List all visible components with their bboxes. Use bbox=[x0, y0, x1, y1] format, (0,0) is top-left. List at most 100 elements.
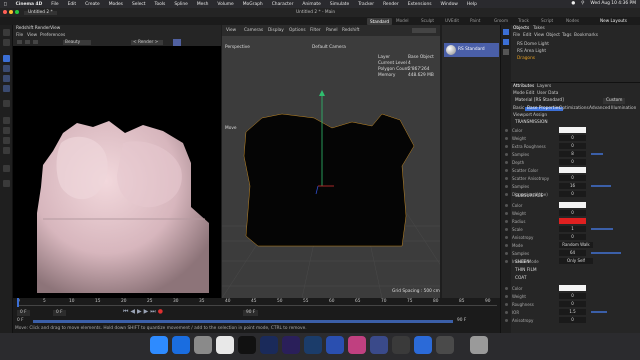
row-slider[interactable] bbox=[591, 185, 611, 187]
redshift-icon[interactable] bbox=[326, 336, 344, 354]
step-back-icon[interactable]: ◀ bbox=[130, 309, 135, 316]
range-end[interactable]: 90 F bbox=[457, 318, 466, 323]
end-frame-field[interactable]: 90 F bbox=[243, 310, 259, 317]
attr-menu-mode[interactable]: Mode bbox=[513, 91, 525, 96]
wifi-icon[interactable]: ● bbox=[571, 1, 575, 6]
row-slider[interactable] bbox=[591, 228, 613, 230]
scale-tool-icon[interactable] bbox=[3, 75, 10, 82]
menu-extensions[interactable]: Extensions bbox=[408, 2, 432, 7]
vectorworks-icon[interactable] bbox=[348, 336, 366, 354]
tab-takes[interactable]: Takes bbox=[533, 26, 545, 31]
rotate-tool-icon[interactable] bbox=[3, 85, 10, 92]
menu-spline[interactable]: Spline bbox=[174, 2, 188, 7]
row-value[interactable]: Random Walk bbox=[559, 242, 593, 248]
step-forward-icon[interactable]: ▶ bbox=[144, 309, 149, 316]
tab-attributes[interactable]: Attributes bbox=[513, 84, 534, 89]
vp-menu-filter[interactable]: Filter bbox=[310, 28, 321, 33]
radius-color-swatch[interactable] bbox=[559, 218, 586, 224]
render-pin-icon[interactable] bbox=[173, 39, 181, 46]
menu-tools[interactable]: Tools bbox=[155, 2, 166, 7]
layout-tab-paint[interactable]: Paint bbox=[470, 18, 480, 23]
menu-modes[interactable]: Modes bbox=[109, 2, 123, 7]
layout-tab-sculpt[interactable]: Sculpt bbox=[421, 18, 434, 23]
cinema4d-alt-icon[interactable] bbox=[370, 336, 388, 354]
render-menu-view[interactable]: View bbox=[27, 33, 37, 38]
polygons-mode-icon[interactable] bbox=[3, 147, 10, 154]
attr-menu-edit[interactable]: Edit bbox=[526, 91, 534, 96]
subtab-advanced[interactable]: Advanced bbox=[589, 106, 610, 111]
row-value[interactable]: 64 bbox=[559, 250, 586, 256]
3d-viewport[interactable]: Perspective Default Camera Move Layer Ba… bbox=[222, 36, 440, 298]
timeline-ruler[interactable]: 0 5 10 15 20 25 30 35 40 45 50 55 60 65 … bbox=[17, 299, 497, 306]
obj-menu-file[interactable]: File bbox=[513, 33, 520, 38]
coat-color-swatch[interactable] bbox=[559, 285, 586, 291]
menu-render[interactable]: Render bbox=[383, 2, 399, 7]
transmission-color-swatch[interactable] bbox=[559, 127, 586, 133]
preset-select[interactable]: Custom bbox=[603, 98, 626, 105]
close-window-button[interactable] bbox=[3, 10, 7, 14]
obj-menu-tags[interactable]: Tags bbox=[562, 33, 572, 38]
menu-simulate[interactable]: Simulate bbox=[330, 2, 349, 7]
range-start[interactable]: 0 F bbox=[17, 318, 24, 323]
scatter-color-swatch[interactable] bbox=[559, 167, 586, 173]
subtab-basic[interactable]: Basic bbox=[513, 106, 524, 111]
model-mode-icon[interactable] bbox=[3, 117, 10, 124]
play-icon[interactable]: ▶ bbox=[137, 309, 142, 316]
obj-menu-object[interactable]: Object bbox=[546, 33, 560, 38]
menu-edit[interactable]: Edit bbox=[68, 2, 77, 7]
menu-create[interactable]: Create bbox=[85, 2, 100, 7]
subtab-assign[interactable]: Assign bbox=[533, 113, 547, 118]
obj-menu-view[interactable]: View bbox=[534, 33, 544, 38]
object-dragons[interactable]: Dragons bbox=[517, 56, 535, 61]
menu-help[interactable]: Help bbox=[467, 2, 477, 7]
finder-icon[interactable] bbox=[150, 336, 168, 354]
row-value[interactable]: Only Self bbox=[559, 258, 593, 264]
vp-menu-display[interactable]: Display bbox=[268, 28, 284, 33]
row-value[interactable]: 0 bbox=[559, 301, 586, 307]
move-tool-icon[interactable] bbox=[3, 65, 10, 72]
search-icon[interactable]: ⚲ bbox=[581, 1, 584, 6]
row-value[interactable]: 0 bbox=[559, 159, 586, 165]
obj-menu-edit[interactable]: Edit bbox=[523, 33, 531, 38]
render-menu-file[interactable]: File bbox=[16, 33, 23, 38]
row-value[interactable]: 0 bbox=[559, 135, 586, 141]
layout-tab-track[interactable]: Track bbox=[518, 18, 529, 23]
tab-layers[interactable]: Layers bbox=[537, 84, 551, 89]
menu-tracker[interactable]: Tracker bbox=[358, 2, 374, 7]
section-subsurface[interactable]: SUBSURFACE bbox=[515, 194, 543, 199]
layer-icon[interactable] bbox=[503, 39, 509, 45]
render-field[interactable]: < Render > bbox=[131, 40, 163, 45]
menu-volume[interactable]: Volume bbox=[217, 2, 233, 7]
apple-icon[interactable]:  bbox=[4, 2, 7, 7]
vp-menu-options[interactable]: Options bbox=[289, 28, 306, 33]
layout-tab-standard[interactable]: Standard bbox=[367, 17, 393, 25]
render-mode-select[interactable]: Beauty bbox=[63, 40, 91, 45]
row-slider[interactable] bbox=[591, 153, 603, 155]
clock[interactable]: Wed Aug 10 4:36 PM bbox=[590, 1, 636, 6]
render-snapshot-icon[interactable] bbox=[33, 40, 38, 44]
document-icon[interactable] bbox=[436, 336, 454, 354]
system-preferences-icon[interactable] bbox=[194, 336, 212, 354]
edges-mode-icon[interactable] bbox=[3, 137, 10, 144]
object-rs-dome-light[interactable]: RS Dome Light bbox=[517, 42, 549, 47]
material-item[interactable]: RS Standard bbox=[444, 43, 499, 57]
menu-mesh[interactable]: Mesh bbox=[197, 2, 209, 7]
menu-mograph[interactable]: MoGraph bbox=[243, 2, 263, 7]
record-icon[interactable]: ● bbox=[158, 309, 163, 316]
go-to-end-icon[interactable]: ⏭ bbox=[150, 309, 155, 316]
new-layouts-button[interactable]: New Layouts bbox=[600, 18, 627, 23]
select-tool-icon[interactable] bbox=[3, 55, 10, 62]
cinema4d-dock-icon[interactable] bbox=[304, 336, 322, 354]
menu-animate[interactable]: Animate bbox=[302, 2, 320, 7]
layout-tab-uvedit[interactable]: UVEdit bbox=[445, 18, 459, 23]
layout-tab-nodes[interactable]: Nodes bbox=[566, 18, 579, 23]
folder-icon[interactable] bbox=[414, 336, 432, 354]
vp-menu-view[interactable]: View bbox=[226, 28, 236, 33]
subtab-viewport[interactable]: Viewport bbox=[513, 113, 532, 118]
row-value[interactable]: 16 bbox=[559, 183, 586, 189]
subsurface-color-swatch[interactable] bbox=[559, 202, 586, 208]
row-slider[interactable] bbox=[591, 311, 607, 313]
attr-menu-user-data[interactable]: User Data bbox=[537, 91, 558, 96]
subtab-optimizations[interactable]: Optimizations bbox=[559, 106, 589, 111]
obj-menu-bookmarks[interactable]: Bookmarks bbox=[574, 33, 598, 38]
